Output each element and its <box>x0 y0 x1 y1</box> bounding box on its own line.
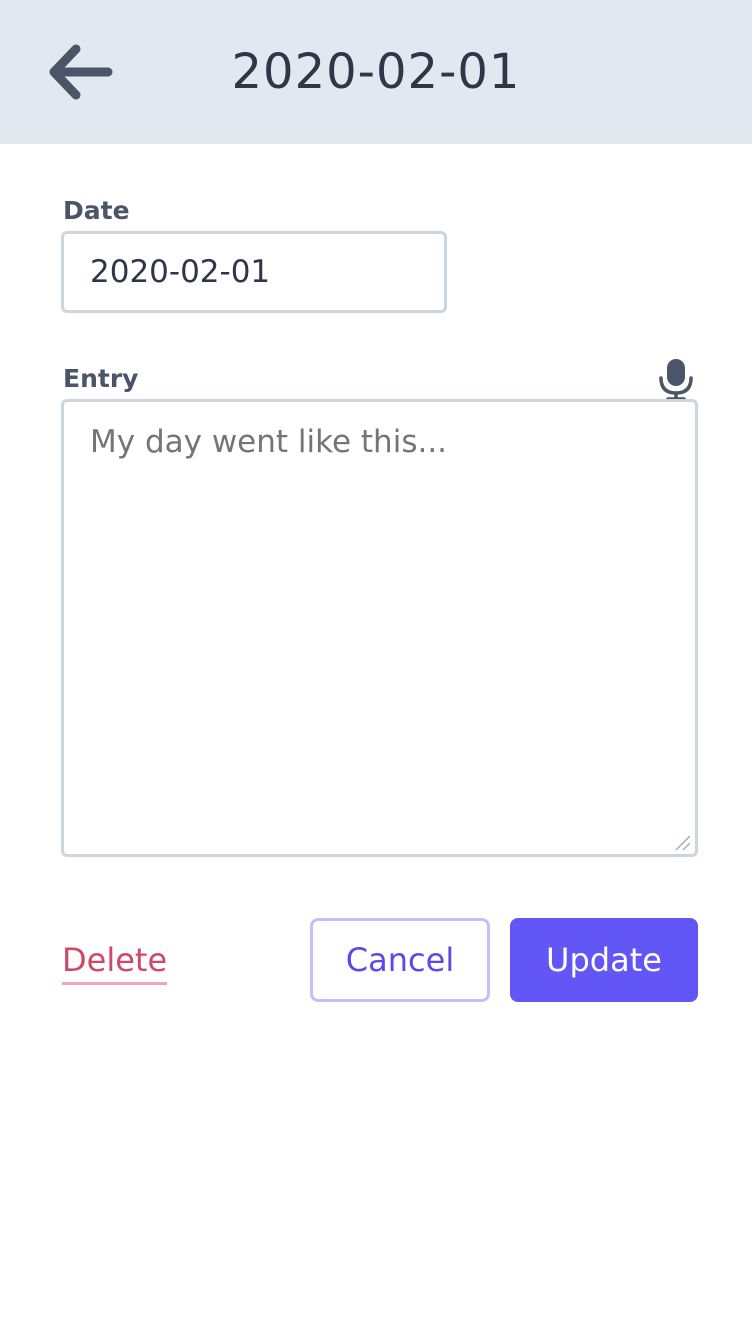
arrow-left-icon <box>49 44 113 100</box>
entry-label: Entry <box>63 364 139 393</box>
date-input[interactable] <box>61 231 447 313</box>
microphone-button[interactable] <box>656 356 696 402</box>
back-button[interactable] <box>44 40 116 104</box>
header-bar: 2020-02-01 <box>0 0 752 144</box>
microphone-icon <box>659 359 693 401</box>
date-label: Date <box>63 196 130 225</box>
resize-grip-icon[interactable] <box>672 832 692 852</box>
edit-entry-screen: 2020-02-01 Date Entry Delete Cancel Upda… <box>0 0 752 1336</box>
entry-textarea[interactable] <box>61 399 698 857</box>
cancel-button[interactable]: Cancel <box>310 918 490 1002</box>
update-button[interactable]: Update <box>510 918 698 1002</box>
delete-link[interactable]: Delete <box>62 938 168 985</box>
